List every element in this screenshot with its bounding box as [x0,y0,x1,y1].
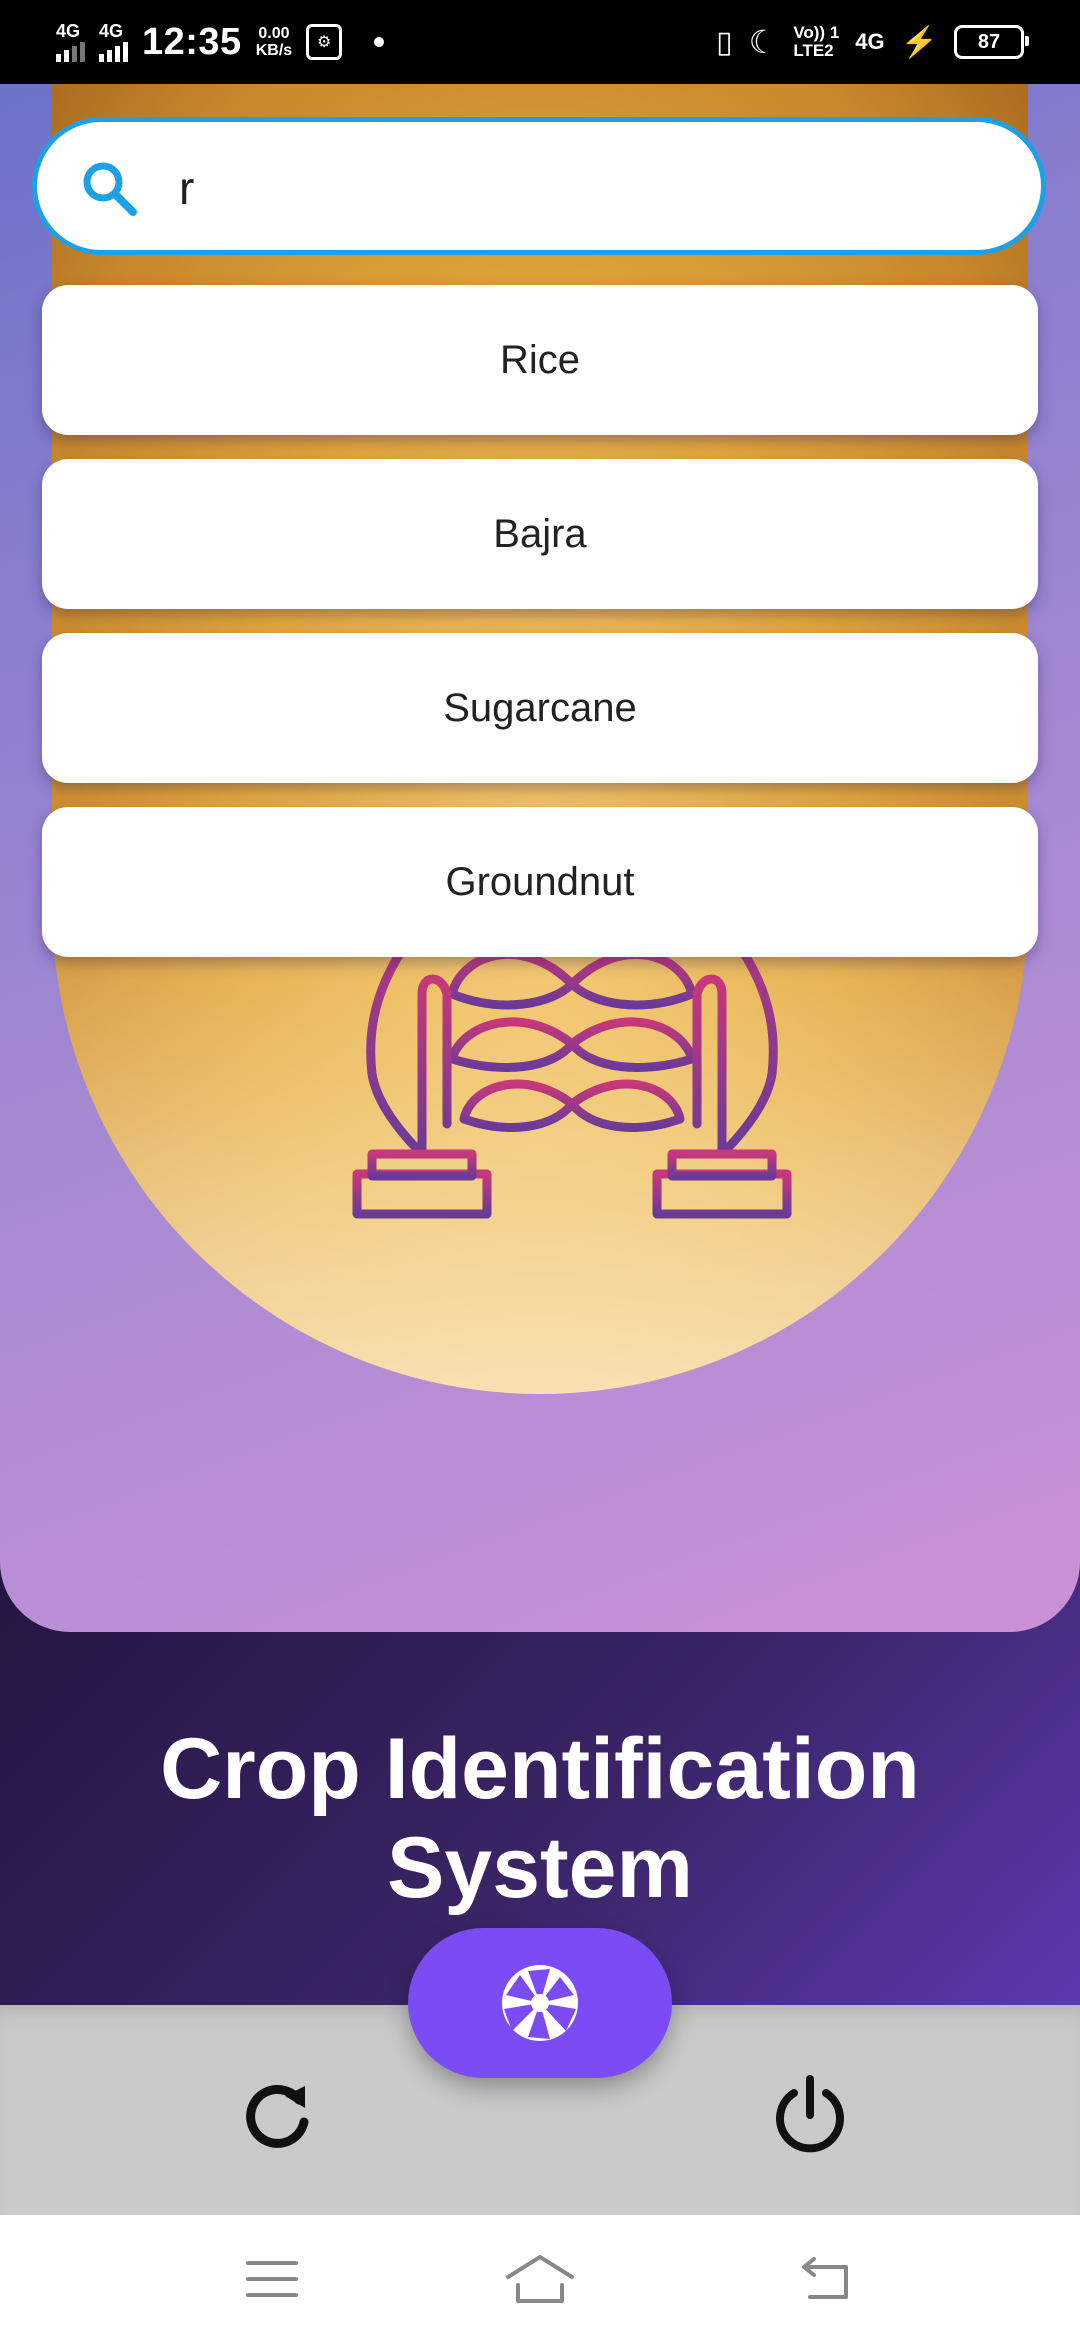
notification-dot-icon [374,37,385,47]
suggestion-item-rice[interactable]: Rice [42,285,1038,435]
suggestion-item-bajra[interactable]: Bajra [42,459,1038,609]
suggestion-list: Rice Bajra Sugarcane Groundnut [42,285,1038,981]
home-icon[interactable] [504,2251,576,2307]
network-type: 4G [855,29,885,54]
system-navigation-bar [0,2215,1080,2340]
usb-debug-icon: ⚙ [306,24,343,60]
do-not-disturb-moon-icon: ☾ [748,24,778,60]
volte-indicator: Vo)) 1 LTE2 [793,23,840,60]
signal-sim1: 4G [56,22,85,62]
suggestion-item-groundnut[interactable]: Groundnut [42,807,1038,957]
refresh-icon [246,2084,309,2148]
back-icon[interactable] [796,2255,856,2305]
battery-icon: 87 [954,25,1029,59]
power-button[interactable] [760,2060,860,2170]
signal-bars-icon [56,40,85,62]
search-input[interactable] [177,152,1001,224]
camera-capture-button[interactable] [408,1928,672,2078]
camera-aperture-icon [502,1965,578,2041]
status-bar: 4G 4G 12:35 0.00 KB/s ⚙ ▯ ☾ Vo)) 1 LTE2 … [0,0,1080,84]
signal-sim2: 4G [99,22,128,62]
suggestion-item-sugarcane[interactable]: Sugarcane [42,633,1038,783]
clock: 12:35 [142,20,242,63]
search-icon [83,162,137,216]
signal-bars-icon [99,40,128,62]
refresh-button[interactable] [228,2065,328,2165]
vibrate-icon: ▯ [716,25,733,59]
app-title: Crop Identification System [160,1721,920,1916]
network-speed: 0.00 KB/s [255,25,293,59]
menu-icon[interactable] [244,2257,300,2301]
charging-bolt-icon: ⚡ [900,25,938,59]
power-icon [776,2075,844,2153]
search-box[interactable] [32,117,1046,255]
